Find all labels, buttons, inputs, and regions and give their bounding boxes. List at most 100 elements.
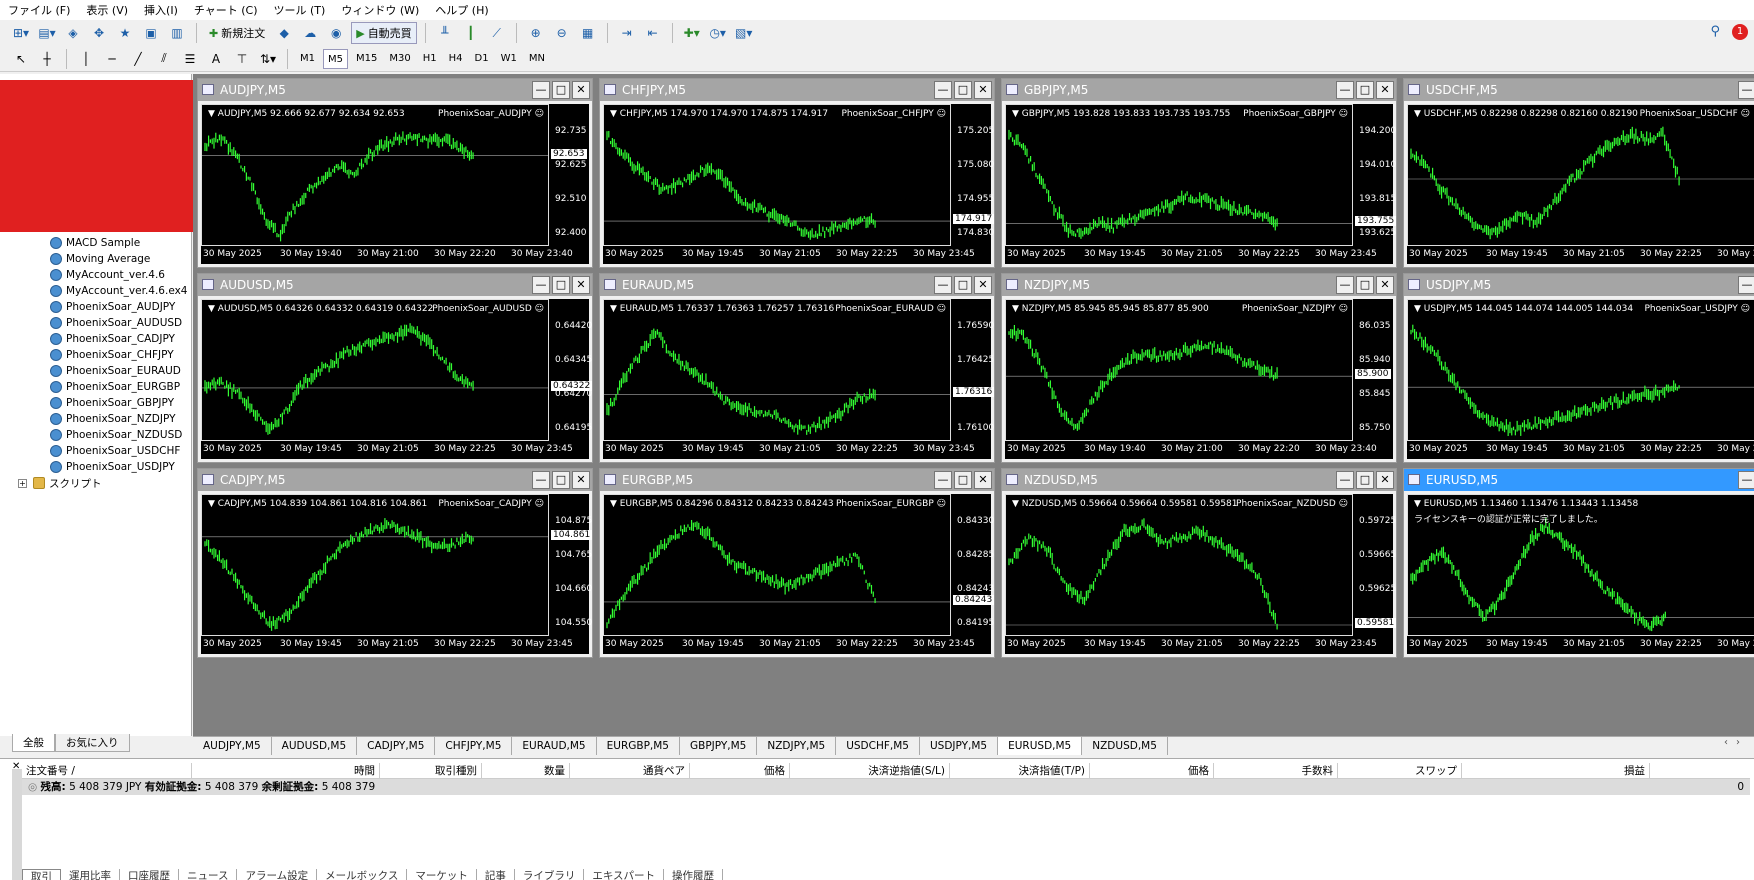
minimize-icon[interactable]: — xyxy=(1336,471,1354,489)
periods-icon[interactable]: ◷▾ xyxy=(707,22,729,44)
timeframe-m15[interactable]: M15 xyxy=(352,49,381,69)
maximize-icon[interactable]: □ xyxy=(1356,276,1374,294)
text-icon[interactable]: A xyxy=(205,48,227,70)
terminal-tab[interactable]: メールボックス xyxy=(317,869,408,880)
chart-window-titlebar[interactable]: NZDUSD,M5 — □ ✕ xyxy=(1002,469,1396,491)
close-icon[interactable]: ✕ xyxy=(974,81,992,99)
zoom-in-icon[interactable]: ⊕ xyxy=(525,22,547,44)
close-icon[interactable]: ✕ xyxy=(572,81,590,99)
expand-icon[interactable]: + xyxy=(18,478,27,488)
price-chart[interactable] xyxy=(1006,300,1352,440)
chart-area[interactable]: ▼ USDCHF,M5 0.82298 0.82298 0.82160 0.82… xyxy=(1407,104,1754,264)
maximize-icon[interactable]: □ xyxy=(954,471,972,489)
price-chart[interactable] xyxy=(1408,105,1754,245)
terminal-tab[interactable]: 記事 xyxy=(477,869,515,880)
close-icon[interactable]: ✕ xyxy=(974,276,992,294)
timeframe-m1[interactable]: M1 xyxy=(296,49,319,69)
notification-badge[interactable]: 1 xyxy=(1732,24,1748,40)
timeframe-m5[interactable]: M5 xyxy=(323,48,348,69)
chart-window[interactable]: EURGBP,M5 — □ ✕ ▼ EURGBP,M5 0.84296 0.84312 … xyxy=(599,468,995,658)
autoscroll-icon[interactable]: ⇥ xyxy=(616,22,638,44)
cursor-icon[interactable]: ↖ xyxy=(10,48,32,70)
minimize-icon[interactable]: — xyxy=(1738,471,1754,489)
price-chart[interactable] xyxy=(202,105,548,245)
tab-scroll-arrows[interactable]: ‹› xyxy=(1724,737,1748,748)
terminal-tab[interactable]: ライブラリ xyxy=(515,869,585,880)
data-window-icon[interactable]: ✥ xyxy=(88,22,110,44)
terminal-tab[interactable]: 取引 xyxy=(22,869,61,880)
trendline-icon[interactable]: ╱ xyxy=(127,48,149,70)
price-chart[interactable] xyxy=(604,495,950,635)
chart-shift-icon[interactable]: ⇤ xyxy=(642,22,664,44)
navigator-item[interactable]: PhoenixSoar_GBPJPY xyxy=(14,395,192,411)
chart-window-titlebar[interactable]: EURUSD,M5 —□✕ xyxy=(1404,469,1754,491)
nav-tab-favorites[interactable]: お気に入り xyxy=(55,734,130,752)
terminal-tab[interactable]: 操作履歴 xyxy=(664,869,724,880)
close-icon[interactable]: ✕ xyxy=(1376,471,1394,489)
minimize-icon[interactable]: — xyxy=(1738,81,1754,99)
chart-window-titlebar[interactable]: AUDUSD,M5 — □ ✕ xyxy=(198,274,592,296)
chart-tab[interactable]: CADJPY,M5 xyxy=(357,737,436,755)
navigator-item[interactable]: PhoenixSoar_NZDJPY xyxy=(14,411,192,427)
price-chart[interactable] xyxy=(202,300,548,440)
terminal-tab[interactable]: 運用比率 xyxy=(61,869,120,880)
chart-area[interactable]: ▼ EURAUD,M5 1.76337 1.76363 1.76257 1.76… xyxy=(603,299,995,459)
navigator-item[interactable]: Moving Average xyxy=(14,251,192,267)
chart-tab[interactable]: NZDUSD,M5 xyxy=(1082,737,1168,755)
chart-window-titlebar[interactable]: GBPJPY,M5 — □ ✕ xyxy=(1002,79,1396,101)
chart-area[interactable]: ▼ AUDJPY,M5 92.666 92.677 92.634 92.653 P… xyxy=(201,104,589,264)
maximize-icon[interactable]: □ xyxy=(552,471,570,489)
minimize-icon[interactable]: — xyxy=(934,81,952,99)
navigator-item[interactable]: PhoenixSoar_CADJPY xyxy=(14,331,192,347)
chart-tab[interactable]: NZDJPY,M5 xyxy=(757,737,837,755)
column-header[interactable]: 決済逆指値(S/L) xyxy=(790,763,950,779)
chart-plot[interactable]: ▼ EURGBP,M5 0.84296 0.84312 0.84233 0.84… xyxy=(603,494,951,636)
column-header[interactable]: 価格 xyxy=(690,763,790,779)
market-watch-icon[interactable]: ◈ xyxy=(62,22,84,44)
chart-window[interactable]: USDJPY,M5 —□✕ ▼ USDJPY,M5 144.045 144.074 … xyxy=(1403,273,1754,463)
chart-area[interactable]: ▼ USDJPY,M5 144.045 144.074 144.005 144.… xyxy=(1407,299,1754,459)
price-chart[interactable] xyxy=(202,495,548,635)
menu-file[interactable]: ファイル (F) xyxy=(8,2,70,18)
navigator-item[interactable]: PhoenixSoar_USDJPY xyxy=(14,459,192,475)
chart-tab[interactable]: GBPJPY,M5 xyxy=(680,737,758,755)
navigator-folder-scripts[interactable]: + スクリプト xyxy=(14,475,192,491)
column-header[interactable]: 通貨ペア xyxy=(570,763,690,779)
new-order-button[interactable]: ✚ 新規注文 xyxy=(205,22,269,44)
chart-area[interactable]: ▼ EURGBP,M5 0.84296 0.84312 0.84233 0.84… xyxy=(603,494,995,654)
minimize-icon[interactable]: — xyxy=(532,471,550,489)
chart-plot[interactable]: ▼ CHFJPY,M5 174.970 174.970 174.875 174.… xyxy=(603,104,951,246)
price-chart[interactable] xyxy=(1006,495,1352,635)
chart-plot[interactable]: ▼ EURUSD,M5 1.13460 1.13476 1.13443 1.13… xyxy=(1407,494,1754,636)
chart-tab[interactable]: USDJPY,M5 xyxy=(920,737,999,755)
timeframe-d1[interactable]: D1 xyxy=(471,49,493,69)
vertical-line-icon[interactable]: │ xyxy=(75,48,97,70)
nav-tab-common[interactable]: 全般 xyxy=(12,734,55,752)
templates-icon[interactable]: ▧▾ xyxy=(733,22,755,44)
candlestick-icon[interactable]: ┃ xyxy=(460,22,482,44)
navigator-item[interactable]: MyAccount_ver.4.6.ex4 xyxy=(14,283,192,299)
new-chart-icon[interactable]: ⊞▾ xyxy=(10,22,32,44)
minimize-icon[interactable]: — xyxy=(1336,81,1354,99)
crosshair-icon[interactable]: ┼ xyxy=(36,48,58,70)
navigator-item[interactable]: MACD Sample xyxy=(14,235,192,251)
balance-row[interactable]: ◎ 残高: 5 408 379 JPY 有効証拠金: 5 408 379 余剰証… xyxy=(22,779,1750,795)
navigator-icon[interactable]: ★ xyxy=(114,22,136,44)
column-header[interactable]: 時間 xyxy=(192,763,380,779)
chart-window[interactable]: CADJPY,M5 — □ ✕ ▼ CADJPY,M5 104.839 104.861 … xyxy=(197,468,593,658)
maximize-icon[interactable]: □ xyxy=(954,276,972,294)
chart-tab[interactable]: EURAUD,M5 xyxy=(512,737,597,755)
menu-help[interactable]: ヘルプ (H) xyxy=(435,2,488,18)
close-icon[interactable]: ✕ xyxy=(1376,81,1394,99)
chart-plot[interactable]: ▼ NZDUSD,M5 0.59664 0.59664 0.59581 0.59… xyxy=(1005,494,1353,636)
terminal-tab[interactable]: エキスパート xyxy=(584,869,665,880)
navigator-item[interactable]: PhoenixSoar_AUDJPY xyxy=(14,299,192,315)
chart-window-titlebar[interactable]: NZDJPY,M5 — □ ✕ xyxy=(1002,274,1396,296)
terminal-icon[interactable]: ▣ xyxy=(140,22,162,44)
chart-plot[interactable]: ▼ NZDJPY,M5 85.945 85.945 85.877 85.900 P… xyxy=(1005,299,1353,441)
minimize-icon[interactable]: — xyxy=(1336,276,1354,294)
close-icon[interactable]: ✕ xyxy=(974,471,992,489)
chart-window-titlebar[interactable]: CHFJPY,M5 — □ ✕ xyxy=(600,79,994,101)
chart-window[interactable]: GBPJPY,M5 — □ ✕ ▼ GBPJPY,M5 193.828 193.833 … xyxy=(1001,78,1397,268)
chart-window[interactable]: EURUSD,M5 —□✕ ▼ EURUSD,M5 1.13460 1.13476 … xyxy=(1403,468,1754,658)
